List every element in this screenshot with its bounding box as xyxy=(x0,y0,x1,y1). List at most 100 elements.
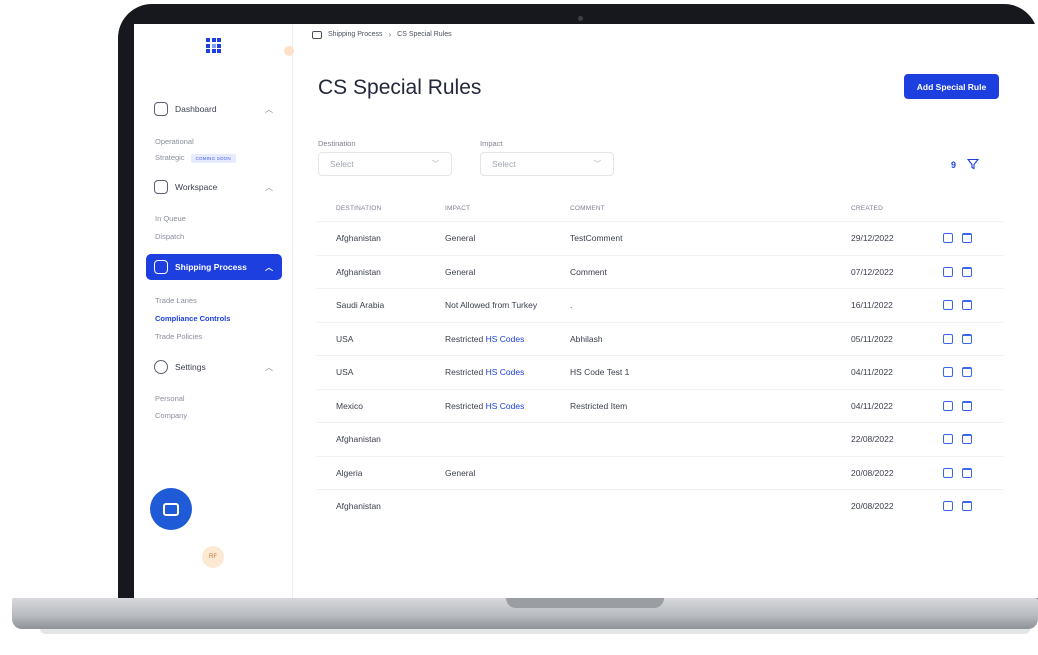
cell-comment: HS Code Test 1 xyxy=(570,367,630,378)
app-logo[interactable] xyxy=(206,38,221,53)
row-actions xyxy=(935,400,1004,411)
column-header-created: CREATED xyxy=(851,204,883,212)
row-actions xyxy=(935,333,1004,344)
row-actions xyxy=(935,501,1004,512)
table-row[interactable]: USA Restricted HS Codes HS Code Test 1 04/1… xyxy=(316,355,1004,389)
rules-table: DESTINATION IMPACT COMMENT CREATED Afgha… xyxy=(316,195,1004,523)
sidebar-group-workspace[interactable]: Workspace ︿ xyxy=(146,174,282,200)
cell-impact: Restricted HS Codes xyxy=(445,401,570,411)
cell-comment: TestComment xyxy=(570,233,623,244)
table-row[interactable]: Saudi Arabia Not Allowed from Turkey. 16/1… xyxy=(316,288,1004,322)
chevron-up-icon: ︿ xyxy=(265,262,273,272)
table-header: DESTINATION IMPACT COMMENT CREATED xyxy=(316,195,1004,221)
trash-icon[interactable] xyxy=(962,233,972,244)
hs-codes-link[interactable]: HS Codes xyxy=(486,367,525,377)
destination-select[interactable]: Select ﹀ xyxy=(318,152,452,176)
trash-icon[interactable] xyxy=(962,501,972,512)
cell-impact-text: General xyxy=(445,266,476,277)
table-row[interactable]: USA Restricted HS Codes Abhilash 05/11/2022 xyxy=(316,321,1004,356)
cell-comment: Restricted Item xyxy=(570,400,628,411)
hs-codes-link[interactable]: HS Codes xyxy=(486,401,525,411)
cell-created: 29/12/2022 xyxy=(851,233,894,244)
sidebar-group-settings[interactable]: Settings ︿ xyxy=(146,354,282,380)
cell-destination: Afghanistan xyxy=(336,266,381,277)
sidebar-group-label: Workspace xyxy=(175,182,218,192)
trash-icon[interactable] xyxy=(962,434,972,445)
trash-icon[interactable] xyxy=(962,266,972,277)
cell-created: 05/11/2022 xyxy=(851,333,893,344)
cell-impact: General xyxy=(445,468,570,478)
edit-icon[interactable] xyxy=(943,400,953,411)
sidebar-group-label: Shipping Process xyxy=(175,262,247,272)
sidebar-item-operational[interactable]: Operational xyxy=(155,137,194,146)
sidebar-item-trade-lanes[interactable]: Trade Lanes xyxy=(155,296,197,305)
cell-destination: Afghanistan xyxy=(336,233,381,244)
trash-icon[interactable] xyxy=(962,467,972,478)
edit-icon[interactable] xyxy=(943,467,953,478)
edit-icon[interactable] xyxy=(943,333,953,344)
collapse-sidebar-toggle[interactable] xyxy=(284,46,294,56)
trash-icon[interactable] xyxy=(962,333,972,344)
cell-impact: General xyxy=(445,233,570,243)
sidebar-item-compliance-controls[interactable]: Compliance Controls xyxy=(155,314,230,323)
cell-impact-text: Restricted xyxy=(445,400,486,411)
cell-destination: Mexico xyxy=(336,400,363,411)
table-row[interactable]: Afghanistan General TestComment 29/12/2022 xyxy=(316,221,1004,255)
impact-select[interactable]: Select ﹀ xyxy=(480,152,614,176)
trash-icon[interactable] xyxy=(962,300,972,311)
cell-destination: Afghanistan xyxy=(336,501,381,512)
trash-icon[interactable] xyxy=(962,400,972,411)
sidebar-group-dashboard[interactable]: Dashboard ︿ xyxy=(146,96,282,122)
shipping-icon xyxy=(154,260,168,274)
edit-icon[interactable] xyxy=(943,501,953,512)
cell-comment: Abhilash xyxy=(570,333,603,344)
cell-created: 07/12/2022 xyxy=(851,266,894,277)
sidebar-item-dispatch[interactable]: Dispatch xyxy=(155,232,184,241)
table-row[interactable]: Algeria General 20/08/2022 xyxy=(316,455,1004,490)
chat-launcher-button[interactable] xyxy=(150,488,192,530)
table-row[interactable]: Afghanistan General Comment 07/12/2022 xyxy=(316,254,1004,289)
gear-icon xyxy=(154,360,168,374)
cell-impact-text: Not Allowed from Turkey xyxy=(445,300,538,311)
chat-icon xyxy=(163,502,179,516)
edit-icon[interactable] xyxy=(943,300,953,311)
column-header-comment: COMMENT xyxy=(570,204,605,212)
home-icon xyxy=(154,102,168,116)
sidebar-item-trade-policies[interactable]: Trade Policies xyxy=(155,332,202,341)
table-row[interactable]: Mexico Restricted HS Codes Restricted Item… xyxy=(316,388,1004,423)
row-actions xyxy=(935,367,1004,378)
document-icon xyxy=(154,180,168,194)
cell-destination: USA xyxy=(336,367,354,378)
breadcrumb-parent[interactable]: Shipping Process xyxy=(328,31,382,38)
edit-icon[interactable] xyxy=(943,367,953,378)
sidebar-group-shipping-process[interactable]: Shipping Process ︿ xyxy=(146,254,282,280)
sidebar-item-in-queue[interactable]: In Queue xyxy=(155,214,186,223)
cell-comment: Comment xyxy=(570,266,607,277)
avatar[interactable]: RF xyxy=(202,546,224,568)
edit-icon[interactable] xyxy=(943,434,953,445)
chevron-up-icon: ︿ xyxy=(265,362,273,372)
chevron-down-icon: ﹀ xyxy=(594,161,601,168)
cell-destination: Algeria xyxy=(336,467,363,478)
row-actions xyxy=(935,434,1004,445)
cell-destination: Saudi Arabia xyxy=(336,300,385,311)
filter-icon[interactable] xyxy=(967,158,979,170)
cell-impact: Restricted HS Codes xyxy=(445,367,570,377)
cell-created: 20/08/2022 xyxy=(851,501,894,512)
cell-impact: Not Allowed from Turkey xyxy=(445,300,570,310)
table-row[interactable]: Afghanistan 20/08/2022 xyxy=(316,489,1004,523)
edit-icon[interactable] xyxy=(943,266,953,277)
table-row[interactable]: Afghanistan 22/08/2022 xyxy=(316,422,1004,456)
hs-codes-link[interactable]: HS Codes xyxy=(486,334,525,344)
sidebar-item-company[interactable]: Company xyxy=(155,411,187,420)
chevron-down-icon: ﹀ xyxy=(432,161,439,168)
cell-destination: USA xyxy=(336,333,354,344)
row-actions xyxy=(935,233,1004,244)
add-special-rule-button[interactable]: Add Special Rule xyxy=(904,74,999,99)
trash-icon[interactable] xyxy=(962,367,972,378)
sidebar-item-strategic[interactable]: Strategic COMING SOON xyxy=(155,153,236,163)
coming-soon-badge: COMING SOON xyxy=(190,153,236,163)
sidebar-item-personal[interactable]: Personal xyxy=(155,394,185,403)
edit-icon[interactable] xyxy=(943,233,953,244)
chevron-up-icon: ︿ xyxy=(265,182,273,192)
